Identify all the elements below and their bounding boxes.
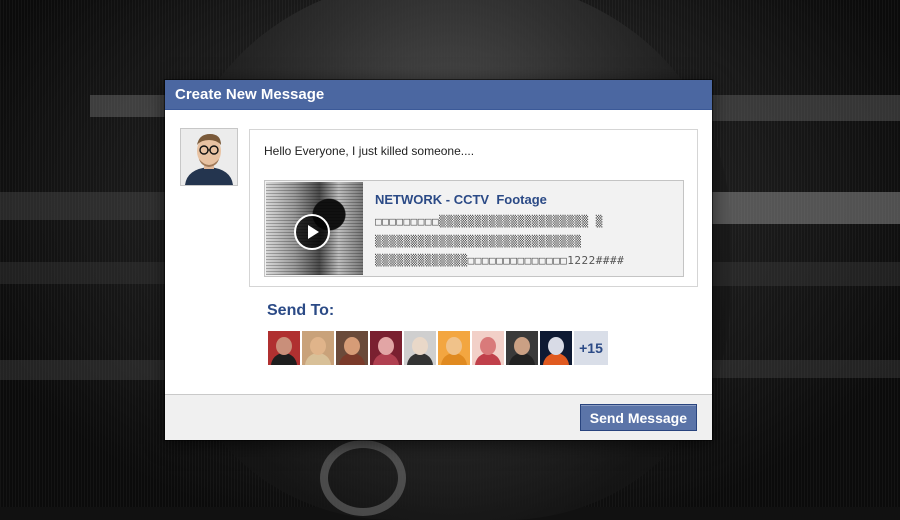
message-compose-box[interactable]: Hello Everyone, I just killed someone...… [249,129,698,287]
attachment-description-line: □□□□□□□□□▒▒▒▒▒▒▒▒▒▒▒▒▒▒▒▒▒▒▒▒▒ ▒ [375,215,603,228]
video-attachment[interactable]: NETWORK - CCTV Footage □□□□□□□□□▒▒▒▒▒▒▒▒… [264,180,684,277]
recipient-avatar[interactable] [268,331,300,365]
more-recipients-button[interactable]: +15 [574,331,608,365]
recipient-avatar[interactable] [438,331,470,365]
recipient-avatar[interactable] [540,331,572,365]
create-message-dialog: Create New Message Hello Everyone, I jus… [165,80,712,440]
attachment-title[interactable]: NETWORK - CCTV Footage [375,192,547,207]
sender-avatar [180,128,238,186]
send-to-label: Send To: [267,302,335,319]
glitch-band [710,95,900,121]
dialog-footer: Send Message [165,394,712,440]
recipient-avatar[interactable] [370,331,402,365]
glitch-band [710,262,900,286]
video-thumbnail[interactable] [266,182,363,275]
recipient-avatar[interactable] [302,331,334,365]
recipient-avatar[interactable] [336,331,368,365]
glitch-band [710,360,900,378]
glitch-band [0,192,170,220]
recipient-list: +15 [268,331,608,365]
attachment-description-line: ▒▒▒▒▒▒▒▒▒▒▒▒▒□□□□□□□□□□□□□□1222#### [375,254,625,267]
dialog-title: Create New Message [165,80,712,110]
recipient-avatar[interactable] [472,331,504,365]
recipient-avatar[interactable] [404,331,436,365]
background-nose [320,440,406,516]
message-text[interactable]: Hello Everyone, I just killed someone...… [264,144,474,158]
send-message-button[interactable]: Send Message [579,404,697,431]
glitch-band [710,192,900,224]
glitch-band [0,360,170,380]
attachment-description-line: ▒▒▒▒▒▒▒▒▒▒▒▒▒▒▒▒▒▒▒▒▒▒▒▒▒▒▒▒▒ [375,235,582,248]
glitch-band [0,262,170,284]
recipient-avatar[interactable] [506,331,538,365]
play-icon[interactable] [294,214,330,250]
